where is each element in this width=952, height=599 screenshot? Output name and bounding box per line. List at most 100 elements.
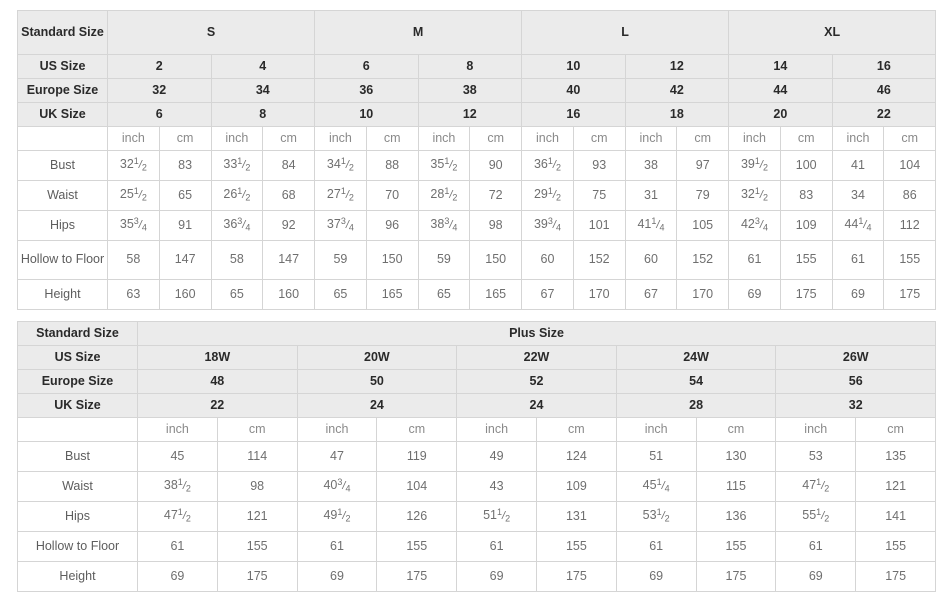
table-separator: [17, 310, 935, 321]
measure-value: 112: [883, 210, 937, 241]
measure-label-bust: Bust: [17, 150, 108, 181]
measure-value: 45: [137, 441, 218, 472]
measure-value: 261/2: [210, 180, 264, 211]
measure-value: 155: [779, 240, 833, 280]
measure-value: 175: [535, 561, 617, 592]
measure-value: 105: [676, 210, 730, 241]
unit-header-cm: cm: [365, 126, 419, 151]
unit-header-inch: inch: [521, 126, 574, 151]
measure-value: 67: [521, 279, 574, 310]
unit-header-inch: inch: [210, 126, 264, 151]
unit-header-inch: inch: [107, 126, 160, 151]
measure-value: 119: [376, 441, 458, 472]
size-value: 6: [107, 102, 212, 127]
size-value: 34: [210, 78, 316, 103]
measure-value: 69: [615, 561, 697, 592]
measure-value: 130: [695, 441, 777, 472]
standard-size-table: Standard Size S M L XL US Size 2 4 6 8 10 12 14 16 Eur…: [17, 10, 937, 310]
measure-value: 101: [572, 210, 626, 241]
measurement-row: Hips 353/4 91 363/4 92 373/4 96 383/4 98 393/4 101…: [17, 210, 937, 241]
size-value: 20: [728, 102, 833, 127]
row-label-us-size: US Size: [17, 345, 138, 370]
measure-value: 83: [779, 180, 833, 211]
unit-header-cm: cm: [216, 417, 298, 442]
size-value: 28: [615, 393, 777, 418]
size-value: 22: [137, 393, 298, 418]
measure-value: 34: [831, 180, 885, 211]
measure-value: 331/2: [210, 150, 264, 181]
size-value: 54: [615, 369, 777, 394]
measure-value: 165: [469, 279, 523, 310]
unit-header-inch: inch: [615, 417, 697, 442]
measure-value: 69: [775, 561, 857, 592]
measure-label-height: Height: [17, 561, 138, 592]
size-value: 12: [417, 102, 523, 127]
measure-value: 321/2: [107, 150, 160, 181]
measure-value: 69: [831, 279, 885, 310]
measure-value: 160: [262, 279, 316, 310]
measure-value: 141: [855, 501, 937, 532]
measure-value: 391/2: [728, 150, 781, 181]
size-group-header-plus-size: Plus Size: [136, 321, 937, 346]
row-label-europe-size: Europe Size: [17, 369, 138, 394]
size-value: 14: [728, 54, 833, 79]
size-row: UK Size 6 8 10 12 16 18 20 22: [17, 102, 937, 127]
measure-value: 68: [262, 180, 316, 211]
measurement-row: Height 63 160 65 160 65 165 65 165 67 170 67 170 69 17…: [17, 279, 937, 310]
measure-value: 90: [469, 150, 523, 181]
measure-value: 75: [572, 180, 626, 211]
size-value: 12: [624, 54, 730, 79]
measure-value: 281/2: [417, 180, 471, 211]
measure-value: 51: [615, 441, 697, 472]
measure-value: 160: [158, 279, 212, 310]
size-value: 24W: [615, 345, 777, 370]
unit-header-inch: inch: [314, 126, 367, 151]
measure-value: 70: [365, 180, 419, 211]
measure-value: 84: [262, 150, 316, 181]
measure-value: 155: [883, 240, 937, 280]
group-header-row: Standard Size Plus Size: [17, 321, 937, 346]
size-value: 48: [137, 369, 298, 394]
measurement-row: Hollow to Floor 58 147 58 147 59 150 59 150 60 152…: [17, 240, 937, 280]
measure-value: 114: [216, 441, 298, 472]
measure-value: 109: [779, 210, 833, 241]
unit-header-inch: inch: [456, 417, 537, 442]
measure-value: 135: [855, 441, 937, 472]
measure-value: 69: [728, 279, 781, 310]
measure-value: 38: [624, 150, 678, 181]
measure-value: 121: [855, 471, 937, 502]
measure-value: 61: [456, 531, 537, 562]
measure-value: 170: [572, 279, 626, 310]
size-group-header-m: M: [314, 10, 523, 55]
unit-header-cm: cm: [376, 417, 458, 442]
measure-value: 43: [456, 471, 537, 502]
measure-value: 31: [624, 180, 678, 211]
measure-value: 491/2: [296, 501, 378, 532]
unit-header-cm: cm: [535, 417, 617, 442]
column-header-standard-size: Standard Size: [17, 10, 108, 55]
unit-header-inch: inch: [624, 126, 678, 151]
measure-value: 341/2: [314, 150, 367, 181]
size-value: 36: [314, 78, 419, 103]
row-label-us-size: US Size: [17, 54, 108, 79]
size-value: 50: [296, 369, 458, 394]
unit-header-inch: inch: [728, 126, 781, 151]
measure-value: 403/4: [296, 471, 378, 502]
measure-value: 88: [365, 150, 419, 181]
measure-value: 361/2: [521, 150, 574, 181]
size-value: 32: [107, 78, 212, 103]
size-value: 32: [775, 393, 937, 418]
measure-value: 155: [855, 531, 937, 562]
size-group-header-l: L: [521, 10, 730, 55]
measure-value: 61: [296, 531, 378, 562]
measure-value: 363/4: [210, 210, 264, 241]
measure-value: 441/4: [831, 210, 885, 241]
measure-value: 353/4: [107, 210, 160, 241]
size-chart-page: Standard Size S M L XL US Size 2 4 6 8 10 12 14 16 Eur…: [0, 0, 952, 599]
size-value: 26W: [775, 345, 937, 370]
size-row: US Size 18W 20W 22W 24W 26W: [17, 345, 937, 370]
size-value: 18W: [137, 345, 298, 370]
measure-value: 451/4: [615, 471, 697, 502]
measure-value: 69: [456, 561, 537, 592]
size-row: UK Size 22 24 24 28 32: [17, 393, 937, 418]
